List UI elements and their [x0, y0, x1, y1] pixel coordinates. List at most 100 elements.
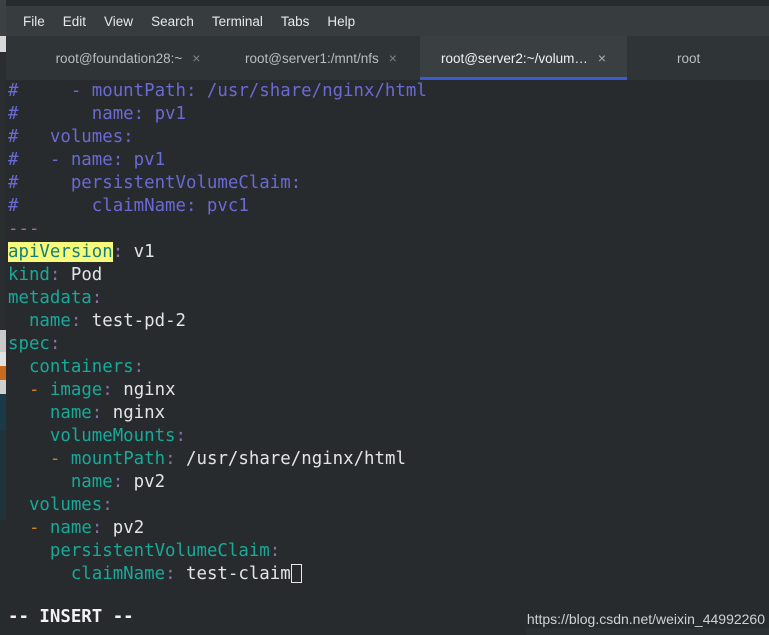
yaml-colon: :	[165, 449, 176, 469]
editor-line: - name: pv2	[6, 517, 769, 540]
yaml-value: nginx	[102, 403, 166, 423]
editor-line: name: nginx	[6, 402, 769, 425]
editor-line: claimName: test-claim	[6, 563, 769, 586]
yaml-colon: :	[91, 518, 103, 538]
yaml-key: volumeMounts	[49, 426, 176, 446]
comment-text: # persistentVolumeClaim:	[8, 173, 302, 193]
menu-item-terminal[interactable]: Terminal	[203, 11, 272, 32]
watermark-url: https://blog.csdn.net/weixin_44992260	[526, 611, 765, 627]
yaml-key: volumes	[28, 495, 103, 515]
editor-line: - image: nginx	[6, 379, 769, 402]
editor-line: ---	[6, 218, 769, 241]
close-icon[interactable]: ×	[192, 51, 200, 65]
editor-line: - mountPath: /usr/share/nginx/html	[6, 448, 769, 471]
comment-text: # volumes:	[8, 127, 134, 147]
editor-line: apiVersion: v1	[6, 241, 769, 264]
yaml-colon: :	[133, 357, 145, 377]
tab-root-server2[interactable]: root@server2:~/volum… ×	[420, 36, 627, 80]
editor-line: metadata:	[6, 287, 769, 310]
text-cursor	[290, 564, 302, 583]
yaml-colon: :	[165, 564, 176, 584]
tab-root-overflow[interactable]: root	[627, 36, 747, 80]
vim-mode-indicator: -- INSERT --	[8, 607, 134, 627]
editor-line: # name: pv1	[6, 103, 769, 126]
editor-line: # volumes:	[6, 126, 769, 149]
yaml-value: test-pd-2	[81, 311, 187, 331]
editor-line: # persistentVolumeClaim:	[6, 172, 769, 195]
yaml-colon: :	[112, 242, 124, 262]
editor-line: kind: Pod	[6, 264, 769, 287]
yaml-key: name	[49, 403, 92, 423]
yaml-colon: :	[175, 426, 187, 446]
tab-root-server1[interactable]: root@server1:/mnt/nfs ×	[222, 36, 420, 80]
close-icon[interactable]: ×	[389, 51, 397, 65]
yaml-colon: :	[91, 403, 103, 423]
menu-bar: File Edit View Search Terminal Tabs Help	[6, 6, 769, 36]
yaml-colon: :	[102, 495, 113, 515]
terminal-window: File Edit View Search Terminal Tabs Help…	[6, 0, 769, 635]
editor-line: name: pv2	[6, 471, 769, 494]
yaml-key: containers	[28, 357, 134, 377]
yaml-value: v1	[123, 242, 155, 262]
tab-bar: root@foundation28:~ × root@server1:/mnt/…	[6, 36, 769, 80]
tab-title: root@foundation28:~	[55, 50, 183, 66]
tab-root-foundation28[interactable]: root@foundation28:~ ×	[34, 36, 222, 80]
terminal-text-area[interactable]: # - mountPath: /usr/share/nginx/html # n…	[6, 80, 769, 605]
yaml-colon: :	[49, 334, 61, 354]
yaml-colon: :	[49, 265, 61, 285]
yaml-key: name	[70, 472, 113, 492]
watermark-strip	[526, 628, 769, 635]
yaml-colon: :	[269, 541, 281, 561]
menu-item-view[interactable]: View	[95, 11, 142, 32]
yaml-key: name	[28, 311, 71, 331]
yaml-key-highlighted: apiVersion	[8, 242, 113, 262]
yaml-key: metadata	[8, 288, 92, 308]
yaml-colon: :	[91, 288, 103, 308]
comment-text: # name: pv1	[8, 104, 186, 124]
comment-text: # - name: pv1	[8, 150, 166, 170]
menu-item-search[interactable]: Search	[142, 11, 203, 32]
yaml-key: kind	[8, 265, 50, 285]
tab-title: root@server1:/mnt/nfs	[245, 50, 379, 66]
editor-line: persistentVolumeClaim:	[6, 540, 769, 563]
editor-line: # - name: pv1	[6, 149, 769, 172]
yaml-colon: :	[112, 472, 124, 492]
yaml-value: test-claim	[175, 564, 291, 584]
editor-line: # - mountPath: /usr/share/nginx/html	[6, 80, 769, 103]
editor-line: # claimName: pvc1	[6, 195, 769, 218]
menu-item-help[interactable]: Help	[318, 11, 364, 32]
close-icon[interactable]: ×	[598, 51, 606, 65]
yaml-key: mountPath	[70, 449, 166, 469]
tab-title: root@server2:~/volum…	[440, 50, 588, 66]
yaml-value: /usr/share/nginx/html	[175, 449, 406, 469]
yaml-key: persistentVolumeClaim	[49, 541, 270, 561]
menu-item-edit[interactable]: Edit	[54, 11, 95, 32]
yaml-key: claimName	[70, 564, 166, 584]
yaml-key: image	[49, 380, 103, 400]
tab-title: root	[677, 50, 701, 66]
yaml-list-dash: -	[28, 380, 40, 400]
tab-bar-leading-spacer	[6, 36, 34, 80]
yaml-value: pv2	[102, 518, 145, 538]
editor-line: volumeMounts:	[6, 425, 769, 448]
yaml-document-start: ---	[8, 219, 40, 239]
menu-item-tabs[interactable]: Tabs	[272, 11, 319, 32]
menu-item-file[interactable]: File	[14, 11, 54, 32]
yaml-key: name	[49, 518, 92, 538]
yaml-colon: :	[70, 311, 82, 331]
yaml-list-dash: -	[28, 518, 40, 538]
